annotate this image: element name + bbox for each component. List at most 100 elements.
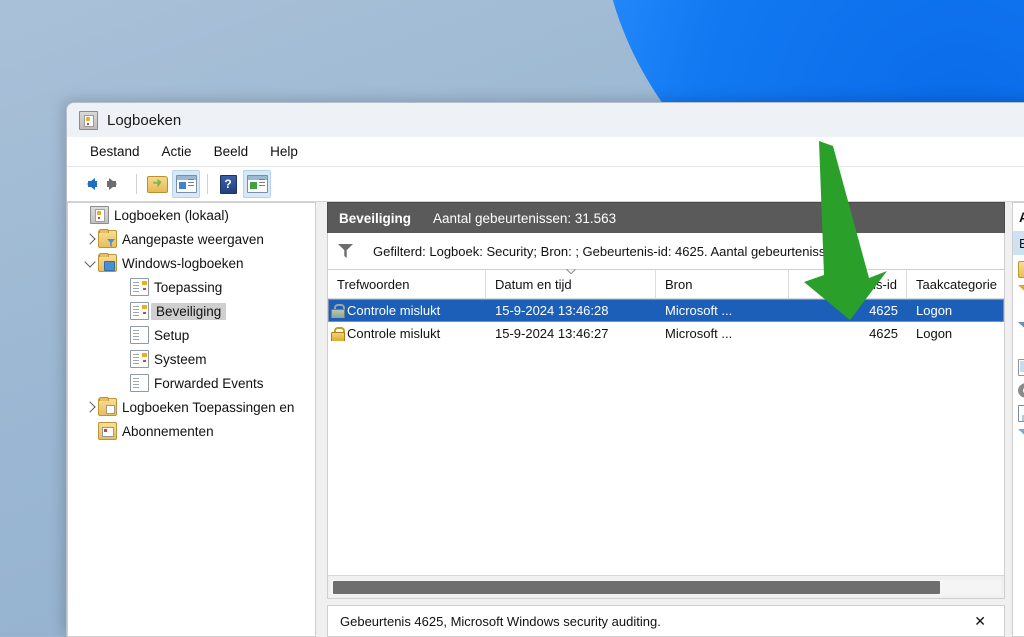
show-hide-action-pane-button[interactable] [243, 170, 271, 198]
menu-item-bestand[interactable]: Bestand [79, 141, 151, 162]
cell-datum-en-tijd: 15-9-2024 13:46:28 [495, 303, 609, 318]
close-icon[interactable]: ✕ [968, 611, 992, 632]
twisty-collapsed-icon[interactable] [82, 233, 98, 245]
tree-node-toepassing[interactable]: Toepassing [68, 275, 315, 299]
tree-node-label: Aangepaste weergaven [122, 231, 264, 247]
filter-funnel-icon [338, 244, 353, 258]
actions-divider [1018, 344, 1024, 352]
window-title-bar[interactable]: Logboeken [67, 103, 1024, 137]
scrollbar-track[interactable] [331, 579, 1001, 595]
tree-node-windows-logboeken[interactable]: Windows-logboeken [68, 251, 315, 275]
cell-bron: Microsoft ... [665, 326, 733, 341]
status-bar: Gebeurtenis 4625, Microsoft Windows secu… [327, 605, 1005, 637]
tree-node-label: Logboeken (lokaal) [114, 207, 229, 223]
log-icon [130, 374, 149, 392]
menu-item-actie[interactable]: Actie [151, 141, 203, 162]
log-key-icon [130, 278, 149, 296]
arrow-left-icon [81, 178, 97, 190]
cell-trefwoorden: Controle mislukt [328, 326, 486, 341]
event-viewer-icon [79, 110, 98, 130]
window-body: Logboeken (lokaal) Aangepaste weergaven … [67, 202, 1024, 637]
column-label: Trefwoorden [337, 276, 410, 292]
actions-pane-title: Acties [1012, 202, 1024, 231]
tree-node-label: Windows-logboeken [122, 255, 244, 271]
twisty-expanded-icon[interactable] [82, 255, 98, 268]
column-header-datum-en-tijd[interactable]: Datum en tijd [486, 270, 656, 298]
vertical-splitter[interactable] [316, 202, 327, 637]
actions-divider [1018, 307, 1024, 315]
tree-node-logboeken-lokaal[interactable]: Logboeken (lokaal) [68, 203, 315, 227]
menu-item-beeld[interactable]: Beeld [203, 141, 260, 162]
forward-button[interactable] [103, 171, 129, 197]
save-events-icon[interactable] [1018, 405, 1024, 422]
tree-node-abonnementen[interactable]: Abonnementen [68, 419, 315, 443]
show-hide-console-tree-button[interactable] [172, 170, 200, 198]
tree-node-label: Setup [154, 327, 190, 343]
tree-node-label: Toepassing [154, 279, 223, 295]
toolbar-separator-1 [136, 174, 137, 194]
column-label: Bron [665, 276, 693, 292]
toolbar-separator-2 [207, 174, 208, 194]
tree-node-forwarded-events[interactable]: Forwarded Events [68, 371, 315, 395]
sort-indicator-icon [566, 269, 575, 274]
cell-gebeurtenis-id: 4625 [869, 326, 898, 341]
cell-taakcategorie: Logon [916, 326, 953, 341]
console-tree-pane[interactable]: Logboeken (lokaal) Aangepaste weergaven … [67, 202, 316, 637]
tree-node-aangepaste-weergaven[interactable]: Aangepaste weergaven [68, 227, 315, 251]
folder-windows-icon [98, 253, 117, 272]
cell-gebeurtenis-id: 4625 [869, 303, 898, 318]
menu-bar: Bestand Actie Beeld Help [67, 137, 1024, 167]
arrow-right-icon [107, 178, 123, 190]
column-header-taakcategorie[interactable]: Taakcategorie [907, 270, 999, 298]
tree-node-label: Systeem [154, 351, 207, 367]
actions-pane-items [1012, 255, 1024, 637]
tree-node-beveiliging[interactable]: Beveiliging [68, 299, 315, 323]
column-header-row: Trefwoorden Datum en tijd Bron Gebeurten… [328, 270, 1004, 299]
open-saved-log-button[interactable] [144, 171, 170, 197]
filter-funnel-blue-icon[interactable] [1018, 322, 1024, 337]
horizontal-scrollbar[interactable] [328, 575, 1004, 598]
actions-pane-selected-item[interactable]: Beveiliging [1012, 231, 1024, 255]
subscriptions-icon [98, 422, 117, 440]
back-button[interactable] [75, 171, 101, 197]
filter-funnel-yellow-icon[interactable] [1018, 285, 1024, 300]
tree-node-logboeken-toepassingen[interactable]: Logboeken Toepassingen en [68, 395, 315, 419]
tree-node-label: Logboeken Toepassingen en [122, 399, 295, 415]
tree-node-systeem[interactable]: Systeem [68, 347, 315, 371]
tree-node-label: Beveiliging [151, 302, 227, 320]
folder-open-icon[interactable] [1018, 261, 1024, 278]
toolbar: ? [67, 167, 1024, 202]
cell-datum-en-tijd: 15-9-2024 13:46:27 [495, 326, 609, 341]
lock-icon [331, 326, 345, 341]
event-viewer-window: Logboeken Bestand Actie Beeld Help ? Log… [66, 102, 1024, 637]
actions-pane: Acties Beveiliging [1012, 202, 1024, 637]
table-row[interactable]: Controle mislukt 15-9-2024 13:46:27 Micr… [328, 322, 1004, 345]
question-mark-icon: ? [219, 174, 237, 194]
menu-item-help[interactable]: Help [259, 141, 309, 162]
tree-node-setup[interactable]: Setup [68, 323, 315, 347]
folder-plain-icon [98, 397, 117, 416]
column-header-trefwoorden[interactable]: Trefwoorden [328, 270, 486, 298]
filter-funnel-icon[interactable] [1018, 429, 1024, 444]
properties-pane-icon[interactable] [1018, 359, 1024, 376]
column-label: Taakcategorie [916, 276, 997, 292]
find-icon[interactable] [1018, 383, 1024, 398]
log-key-icon [130, 302, 149, 320]
lock-icon [331, 303, 345, 318]
status-text: Gebeurtenis 4625, Microsoft Windows secu… [340, 613, 661, 629]
twisty-collapsed-icon[interactable] [82, 401, 98, 413]
action-pane-icon [246, 175, 268, 193]
table-row[interactable]: Controle mislukt 15-9-2024 13:46:28 Micr… [328, 299, 1004, 322]
cell-trefwoorden: Controle mislukt [328, 303, 486, 318]
tree-node-label: Forwarded Events [154, 375, 264, 391]
scrollbar-thumb[interactable] [333, 580, 940, 594]
column-header-gebeurtenis-id[interactable]: Gebeurtenis-id [789, 270, 907, 298]
folder-filter-icon [98, 229, 117, 248]
help-button[interactable]: ? [215, 171, 241, 197]
column-label: Datum en tijd [495, 276, 572, 292]
log-key-icon [130, 350, 149, 368]
filter-bar[interactable]: Gefilterd: Logboek: Security; Bron: ; Ge… [327, 233, 1005, 270]
log-icon [130, 326, 149, 344]
column-header-bron[interactable]: Bron [656, 270, 789, 298]
cell-text: Controle mislukt [347, 303, 441, 318]
